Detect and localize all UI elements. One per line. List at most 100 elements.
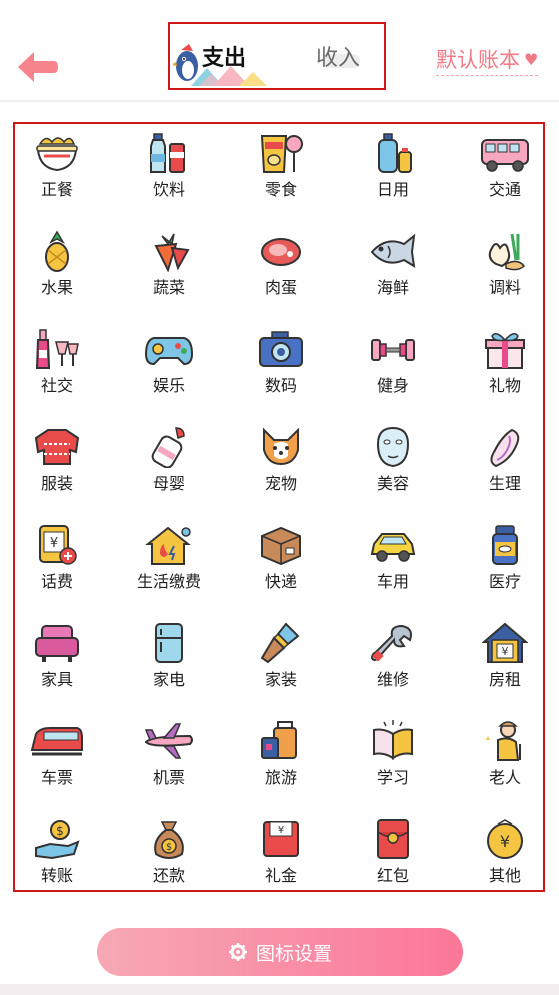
category-study[interactable]: 学习 [343, 720, 443, 800]
category-travel[interactable]: 旅游 [231, 720, 331, 800]
category-fruit[interactable]: 水果 [7, 230, 107, 310]
category-elderly[interactable]: 老人 [455, 720, 555, 800]
category-utilities[interactable]: 生活缴费 [119, 524, 219, 604]
category-beauty[interactable]: 美容 [343, 426, 443, 506]
wrench-icon [370, 624, 412, 662]
category-meat-eggs[interactable]: 肉蛋 [231, 230, 331, 310]
category-mother-baby[interactable]: 母婴 [119, 426, 219, 506]
category-transfer[interactable]: $ 转账 [7, 818, 107, 898]
category-drinks[interactable]: 饮料 [119, 132, 219, 212]
arrow-left-icon[interactable] [14, 48, 60, 86]
svg-text:¥: ¥ [502, 645, 509, 658]
face-mask-icon [376, 426, 410, 468]
category-train-ticket[interactable]: 车票 [7, 720, 107, 800]
category-seasoning[interactable]: 调料 [455, 230, 555, 310]
category-red-packet[interactable]: 红包 [343, 818, 443, 898]
package-box-icon [261, 526, 301, 566]
noodle-bowl-icon [36, 137, 78, 172]
category-label: 社交 [40, 376, 73, 395]
medicine-bottle-icon [492, 525, 518, 565]
category-express-delivery[interactable]: 快递 [231, 524, 331, 604]
category-dining[interactable]: 正餐 [7, 132, 107, 212]
category-label: 母婴 [152, 474, 185, 493]
category-label: 正餐 [40, 180, 73, 199]
elderly-person-icon [486, 721, 521, 761]
category-digital[interactable]: 数码 [231, 328, 331, 408]
category-repair[interactable]: 维修 [343, 622, 443, 702]
category-label: 生活缴费 [136, 572, 201, 591]
baby-bottle-icon [151, 427, 185, 468]
category-label: 美容 [376, 474, 409, 493]
category-phone-bill[interactable]: ¥ 话费 [7, 524, 107, 604]
tab-income[interactable]: 收入 [316, 44, 360, 74]
category-transport[interactable]: 交通 [455, 132, 555, 212]
category-vegetables[interactable]: 蔬菜 [119, 230, 219, 310]
category-label: 旅游 [264, 768, 297, 787]
category-label: 家电 [152, 670, 185, 689]
category-entertainment[interactable]: 娱乐 [119, 328, 219, 408]
paint-brush-icon [260, 622, 300, 664]
svg-text:¥: ¥ [500, 832, 510, 851]
category-other[interactable]: ¥ 其他 [455, 818, 555, 898]
dumbbell-icon [371, 339, 415, 361]
category-furniture[interactable]: 家具 [7, 622, 107, 702]
category-clothing[interactable]: 服装 [7, 426, 107, 506]
category-label: 话费 [40, 572, 73, 591]
coin-hand-icon: $ [35, 820, 80, 860]
category-snacks[interactable]: 零食 [231, 132, 331, 212]
category-label: 快递 [264, 572, 297, 591]
category-gift-money[interactable]: ¥ 礼金 [231, 818, 331, 898]
category-appliances[interactable]: 家电 [119, 622, 219, 702]
svg-text:¥: ¥ [278, 825, 284, 836]
category-seafood[interactable]: 海鲜 [343, 230, 443, 310]
wine-cheers-icon [35, 329, 79, 369]
gift-money-icon: ¥ [263, 821, 299, 857]
category-grid: 正餐 饮料 零食 日用 交通 水果 蔬菜 肉蛋 海鲜 调料 社交 娱乐 数码 健… [13, 122, 545, 892]
category-label: 医疗 [488, 572, 521, 591]
category-label: 礼金 [264, 866, 297, 885]
category-pets[interactable]: 宠物 [231, 426, 331, 506]
garlic-ginger-icon [488, 233, 525, 271]
category-car[interactable]: 车用 [343, 524, 443, 604]
category-label: 服装 [40, 474, 73, 493]
category-label: 肉蛋 [264, 278, 297, 297]
category-label: 蔬菜 [152, 278, 185, 297]
category-rent[interactable]: ¥ 房租 [455, 622, 555, 702]
category-label: 老人 [488, 768, 521, 787]
category-social[interactable]: 社交 [7, 328, 107, 408]
category-label: 红包 [376, 866, 409, 885]
rent-house-icon: ¥ [482, 622, 528, 663]
category-fitness[interactable]: 健身 [343, 328, 443, 408]
category-air-ticket[interactable]: 机票 [119, 720, 219, 800]
sofa-icon [35, 625, 79, 662]
category-label: 零食 [264, 180, 297, 199]
category-label: 水果 [40, 278, 73, 297]
house-utility-icon [145, 526, 191, 565]
category-label: 生理 [488, 474, 521, 493]
category-daily-use[interactable]: 日用 [343, 132, 443, 212]
category-label: 转账 [40, 866, 73, 885]
train-icon [30, 727, 83, 756]
pineapple-icon [45, 230, 69, 272]
sweater-icon [34, 429, 80, 465]
camera-icon [259, 331, 303, 367]
category-label: 家具 [40, 670, 73, 689]
phone-bill-icon: ¥ [39, 525, 77, 565]
gamepad-icon [144, 337, 194, 366]
tab-expense[interactable]: 支出 [202, 44, 246, 74]
category-label: 学习 [376, 768, 409, 787]
account-selector[interactable]: 默认账本 ♥ [436, 44, 539, 76]
category-menstrual[interactable]: 生理 [455, 426, 555, 506]
category-repayment[interactable]: $ 还款 [119, 818, 219, 898]
category-gift[interactable]: 礼物 [455, 328, 555, 408]
icon-settings-button[interactable]: 图标设置 [97, 928, 463, 976]
svg-text:$: $ [166, 842, 172, 853]
category-decoration[interactable]: 家装 [231, 622, 331, 702]
category-label: 调料 [488, 278, 521, 297]
category-label: 交通 [488, 180, 521, 199]
category-medical[interactable]: 医疗 [455, 524, 555, 604]
top-bar: 支出 收入 默认账本 ♥ [0, 0, 559, 100]
money-bag-icon: $ [154, 821, 184, 860]
category-label: 饮料 [152, 180, 185, 199]
category-label: 健身 [376, 376, 409, 395]
